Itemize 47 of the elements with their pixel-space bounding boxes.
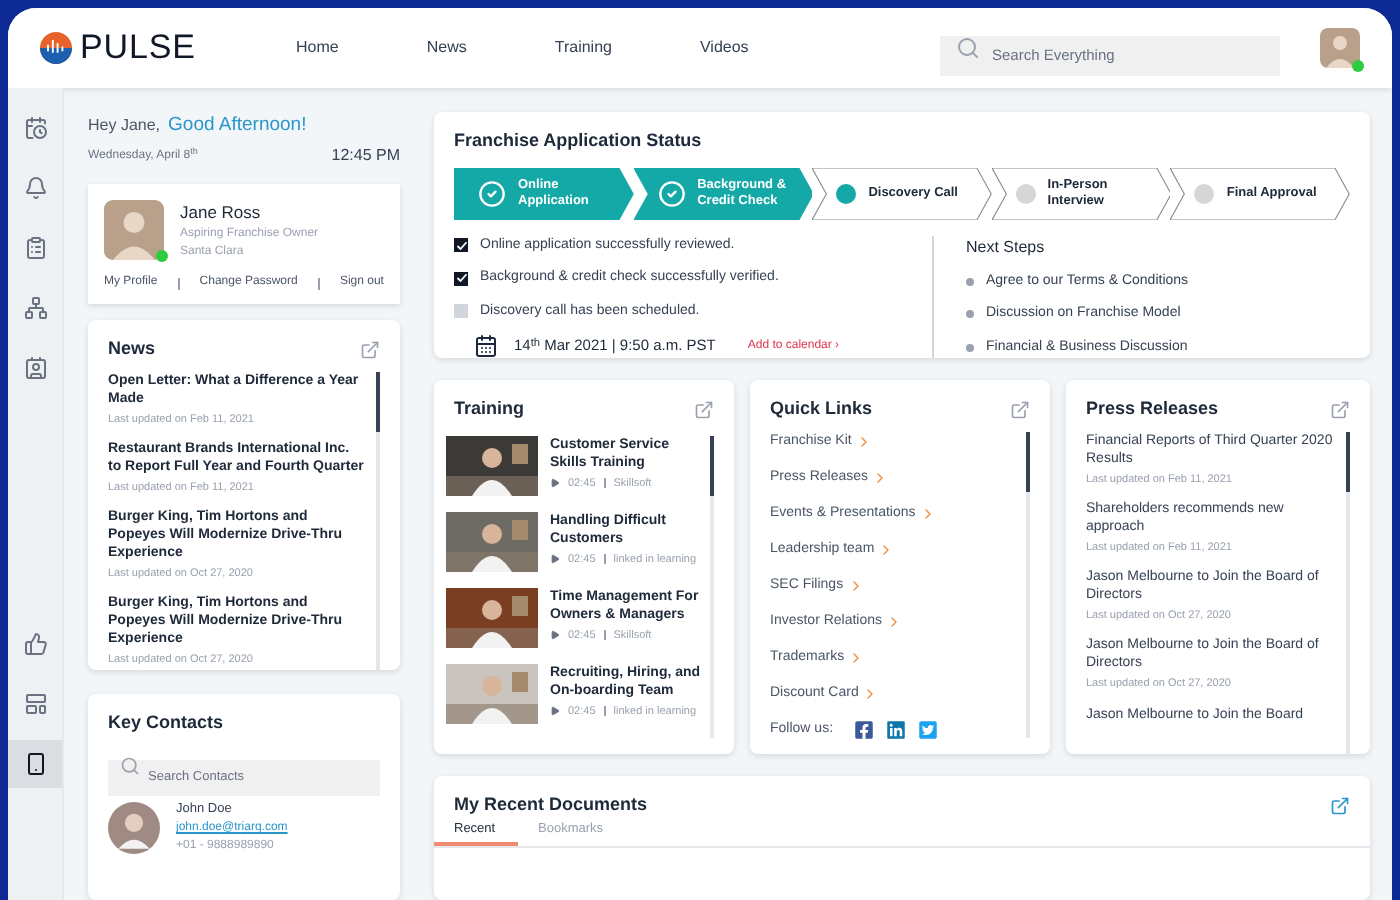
salutation-text: Good Afternoon!: [168, 112, 307, 140]
nav-link[interactable]: News: [426, 36, 467, 60]
external-link-icon[interactable]: [694, 399, 714, 420]
greeting-text: Hey Jane,: [88, 114, 161, 138]
linkedin-icon[interactable]: [885, 719, 906, 740]
play-icon: [550, 554, 560, 565]
card-title: Key Contacts: [108, 709, 224, 736]
nav-link[interactable]: Videos: [699, 36, 749, 60]
card-title: Training: [454, 396, 525, 422]
search-icon: [956, 36, 980, 60]
sidebar-icon: [23, 296, 47, 320]
logo-icon: [40, 32, 72, 64]
sidebar-icon: [23, 752, 47, 776]
calendar-icon: [474, 334, 498, 358]
external-link-icon[interactable]: [1330, 795, 1350, 815]
sidebar-icon: [23, 692, 47, 716]
external-link-icon[interactable]: [360, 339, 380, 360]
check-circle-icon: [657, 179, 686, 207]
sidebar-button[interactable]: [8, 740, 62, 788]
logo-text: PULSE: [80, 26, 196, 71]
card-title: Franchise Application Status: [454, 128, 702, 154]
sidebar-icon: [23, 116, 47, 140]
external-link-icon[interactable]: [1010, 399, 1030, 420]
card-title: Quick Links: [770, 396, 873, 422]
sidebar-icon: [23, 176, 47, 200]
card-title: News: [108, 336, 156, 362]
time-text: 12:45 PM: [331, 144, 400, 169]
profile-avatar: [104, 200, 164, 261]
user-avatar: [1320, 28, 1360, 68]
sidebar-icon: [23, 356, 47, 380]
facebook-icon[interactable]: [853, 719, 874, 740]
play-icon: [550, 630, 560, 641]
nav-link[interactable]: Training: [554, 36, 612, 60]
sidebar-icon: [23, 236, 47, 260]
external-link-icon[interactable]: [1330, 399, 1350, 420]
check-circle-icon: [478, 179, 506, 207]
play-icon: [550, 706, 560, 717]
profile-name: Jane Ross: [180, 200, 263, 226]
sidebar-icon: [23, 632, 47, 656]
play-icon: [550, 478, 560, 489]
twitter-icon[interactable]: [917, 719, 938, 740]
card-title: Press Releases: [1086, 396, 1219, 422]
contact-avatar: [108, 801, 160, 854]
nav-link[interactable]: Home: [296, 36, 339, 60]
next-steps-title: Next Steps: [966, 235, 1047, 259]
search-icon: [120, 756, 140, 776]
card-title: My Recent Documents: [454, 792, 648, 818]
